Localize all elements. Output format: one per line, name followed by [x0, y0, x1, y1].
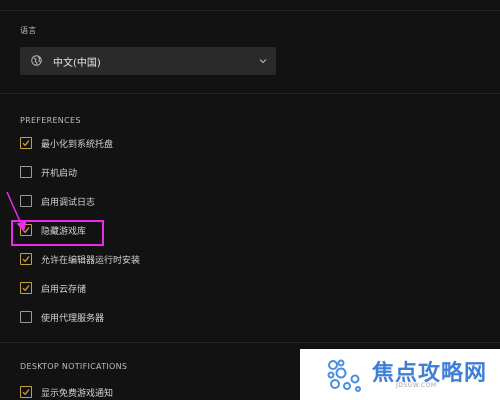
checkbox[interactable] — [20, 137, 32, 149]
checkbox[interactable] — [20, 386, 32, 398]
option-label: 使用代理服务器 — [41, 314, 105, 324]
preferences-section-label: PREFERENCES — [20, 116, 81, 125]
language-section-label: 语言 — [20, 26, 37, 35]
language-select[interactable]: 中文(中国) — [20, 47, 276, 75]
option-label: 最小化到系统托盘 — [41, 140, 114, 150]
language-divider — [0, 93, 500, 94]
watermark-logo — [327, 359, 361, 392]
checkmark-icon — [22, 256, 30, 263]
option-label: 启用调试日志 — [41, 198, 96, 208]
option-label: 开机启动 — [41, 169, 78, 179]
option-label: 显示免费游戏通知 — [41, 389, 114, 399]
language-select-value: 中文(中国) — [53, 58, 101, 69]
checkbox[interactable] — [20, 282, 32, 294]
checkbox[interactable] — [20, 166, 32, 178]
annotation-arrow-icon — [6, 191, 27, 232]
checkmark-icon — [22, 285, 30, 292]
preferences-divider — [0, 342, 500, 343]
globe-icon — [31, 55, 42, 66]
watermark: 焦点攻略网 JDSGW.COM — [300, 349, 500, 400]
settings-page: 语言 中文(中国) PREFERENCES 最小化到系统托盘 开机启动 启用调试… — [0, 0, 500, 400]
option-label: 允许在编辑器运行时安装 — [41, 256, 141, 266]
checkmark-icon — [22, 389, 30, 396]
notifications-section-label: DESKTOP NOTIFICATIONS — [20, 362, 128, 371]
chevron-down-icon — [259, 59, 267, 64]
option-label: 启用云存储 — [41, 285, 87, 295]
checkbox[interactable] — [20, 311, 32, 323]
checkbox[interactable] — [20, 253, 32, 265]
checkmark-icon — [22, 140, 30, 147]
top-divider — [0, 10, 500, 11]
watermark-url: JDSGW.COM — [396, 382, 437, 389]
